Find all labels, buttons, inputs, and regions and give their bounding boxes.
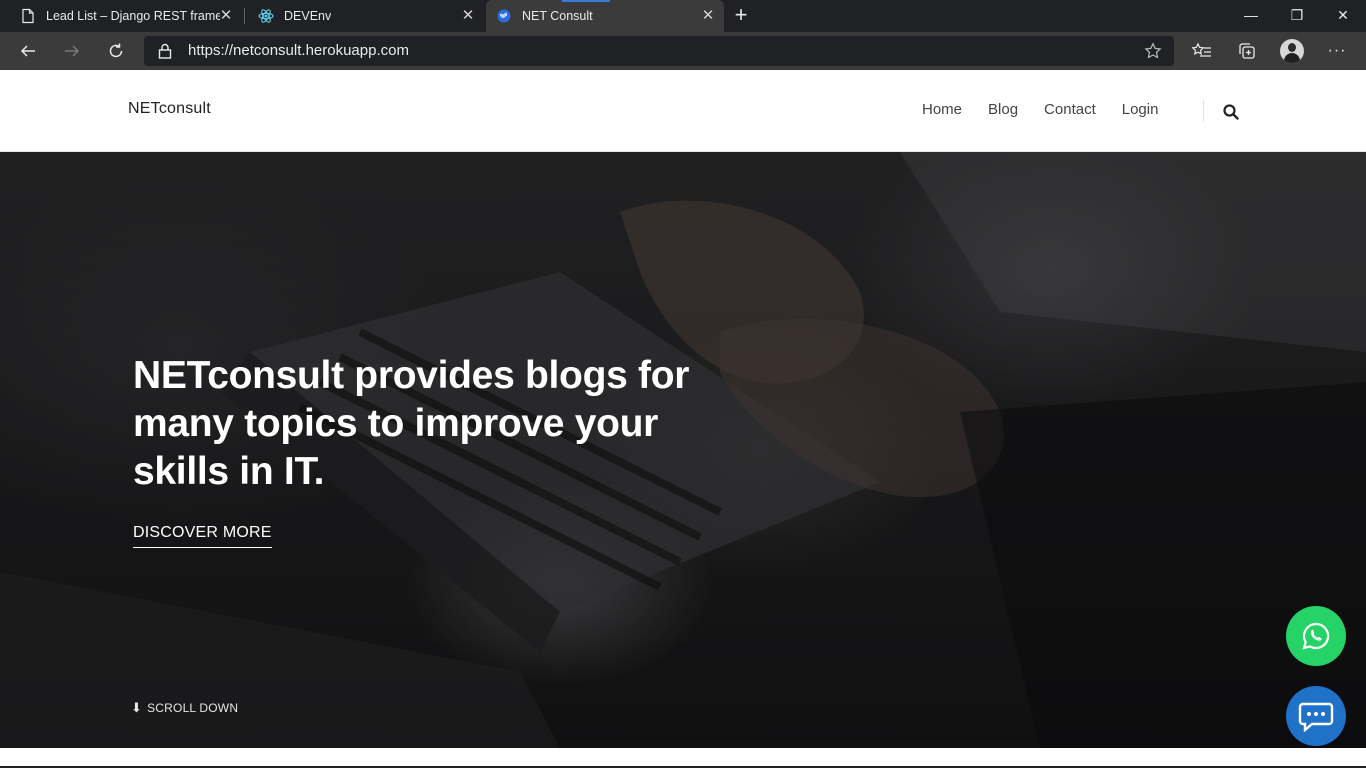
collections-icon xyxy=(1239,43,1255,59)
refresh-button[interactable] xyxy=(101,36,131,66)
address-bar[interactable]: https://netconsult.herokuapp.com xyxy=(144,36,1174,66)
refresh-icon xyxy=(109,43,123,58)
tab-title: NET Consult xyxy=(522,9,593,23)
globe-icon xyxy=(497,9,511,23)
tab-separator xyxy=(244,8,245,24)
forward-icon xyxy=(65,45,80,57)
chat-button[interactable] xyxy=(1286,686,1346,746)
back-button[interactable] xyxy=(13,36,43,66)
whatsapp-button[interactable] xyxy=(1286,606,1346,666)
nav-home[interactable]: Home xyxy=(922,101,962,118)
minimize-button[interactable]: — xyxy=(1228,0,1274,32)
react-icon xyxy=(258,9,274,23)
page-bottom-strip xyxy=(0,748,1366,768)
chat-icon xyxy=(1298,702,1334,732)
browser-tab-strip: Lead List – Django REST framewo ✕ DEVEnv… xyxy=(0,0,1366,32)
nav-contact[interactable]: Contact xyxy=(1044,101,1096,118)
browser-toolbar: https://netconsult.herokuapp.com ··· xyxy=(0,32,1366,70)
avatar-head xyxy=(1288,43,1296,52)
nav-divider xyxy=(1203,100,1204,122)
restore-button[interactable]: ❐ xyxy=(1274,0,1320,32)
tab-title: DEVEnv xyxy=(284,9,332,23)
main-nav: Home Blog Contact Login xyxy=(922,101,1184,118)
search-icon[interactable] xyxy=(1222,103,1240,121)
avatar-body xyxy=(1284,53,1300,63)
document-icon xyxy=(22,8,34,24)
close-tab-icon[interactable]: ✕ xyxy=(460,8,476,24)
new-tab-button[interactable]: + xyxy=(731,4,751,27)
nav-blog[interactable]: Blog xyxy=(988,101,1018,118)
star-icon[interactable] xyxy=(1144,42,1162,60)
favorites-button[interactable] xyxy=(1187,36,1217,66)
arrow-down-icon: ⬇ xyxy=(131,700,143,715)
lock-icon xyxy=(158,43,172,59)
site-logo[interactable]: NETconsult xyxy=(128,100,211,118)
scroll-down-label: SCROLL DOWN xyxy=(147,701,239,715)
site-header: NETconsult Home Blog Contact Login xyxy=(0,70,1366,152)
close-tab-icon[interactable]: ✕ xyxy=(700,8,716,24)
scroll-down-link[interactable]: ⬇ SCROLL DOWN xyxy=(131,700,238,716)
discover-more-link[interactable]: DISCOVER MORE xyxy=(133,524,272,548)
url-text[interactable]: https://netconsult.herokuapp.com xyxy=(188,42,409,59)
more-icon[interactable]: ··· xyxy=(1322,36,1352,66)
forward-button[interactable] xyxy=(57,36,87,66)
profile-avatar[interactable] xyxy=(1280,39,1304,63)
back-icon xyxy=(20,45,35,57)
hero-section: NETconsult provides blogs for many topic… xyxy=(0,152,1366,748)
browser-tab-lead-list[interactable]: Lead List – Django REST framewo ✕ xyxy=(10,0,242,32)
collections-button[interactable] xyxy=(1232,36,1262,66)
browser-tab-net-consult[interactable]: NET Consult ✕ xyxy=(486,0,724,32)
close-window-button[interactable]: ✕ xyxy=(1320,0,1366,32)
browser-tab-devenv[interactable]: DEVEnv ✕ xyxy=(248,0,484,32)
nav-login[interactable]: Login xyxy=(1122,101,1159,118)
whatsapp-icon xyxy=(1302,622,1330,650)
tab-title: Lead List – Django REST framewo xyxy=(46,9,220,23)
close-tab-icon[interactable]: ✕ xyxy=(218,8,234,24)
hero-headline: NETconsult provides blogs for many topic… xyxy=(133,354,690,493)
favorites-icon xyxy=(1192,42,1211,57)
